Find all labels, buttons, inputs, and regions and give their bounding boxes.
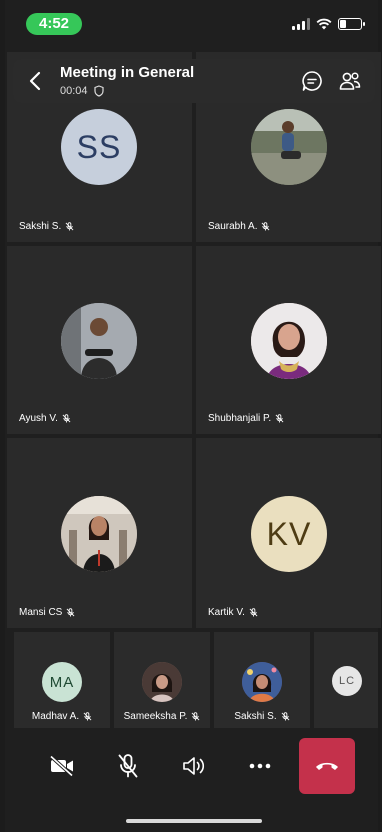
chevron-left-icon	[29, 71, 41, 91]
meeting-title: Meeting in General	[60, 64, 195, 81]
participant-name: Madhav A.	[31, 711, 80, 722]
avatar	[251, 303, 327, 379]
avatar: SS	[61, 109, 137, 185]
participant-name: Sameeksha P.	[123, 711, 188, 722]
avatar-initials: LC	[338, 675, 356, 687]
signal-icon	[292, 18, 310, 30]
call-controls	[5, 736, 378, 796]
avatar	[242, 662, 282, 702]
participant-name: Kartik V.	[208, 607, 245, 618]
avatar	[61, 496, 137, 572]
participant-name: Shubhanjali P.	[208, 413, 272, 424]
shield-icon	[93, 85, 104, 97]
participant-thumbnail[interactable]: Sameeksha P.	[114, 632, 210, 728]
participant-name-row: Mansi CS	[19, 607, 75, 618]
avatar-initials: MA	[49, 673, 75, 691]
participant-tile[interactable]: Ayush V.	[7, 246, 192, 434]
home-indicator[interactable]	[126, 819, 262, 823]
participant-tile[interactable]: Mansi CS	[7, 438, 192, 628]
photo-avatar-icon	[142, 662, 182, 702]
participant-name: Saurabh A.	[208, 221, 258, 232]
photo-avatar-icon	[61, 496, 137, 572]
mic-off-icon	[281, 712, 290, 721]
participants-button[interactable]	[337, 68, 363, 94]
mic-off-icon	[62, 414, 71, 423]
participant-name-row: Saurabh A.	[208, 221, 270, 232]
meeting-header: Meeting in General 00:04	[13, 59, 375, 103]
back-button[interactable]	[21, 67, 49, 95]
participant-name: Ayush V.	[19, 413, 58, 424]
mic-off-icon	[275, 414, 284, 423]
avatar	[251, 109, 327, 185]
mic-off-icon	[65, 222, 74, 231]
camera-toggle-button[interactable]	[34, 738, 90, 794]
participant-name-row: Shubhanjali P.	[208, 413, 284, 424]
participant-name-row: Sakshi S.	[19, 221, 74, 232]
people-icon	[339, 72, 361, 90]
more-options-button[interactable]	[232, 738, 288, 794]
participant-strip[interactable]: MA Madhav A. Sameeksha P. Sakshi S. LC	[5, 632, 378, 730]
video-off-icon	[49, 755, 74, 777]
participant-name-row: Ayush V.	[19, 413, 71, 424]
status-time: 4:52	[26, 13, 82, 35]
participant-thumbnail[interactable]: Sakshi S.	[214, 632, 310, 728]
participant-name-row: Kartik V.	[208, 607, 258, 618]
mic-off-icon	[118, 754, 138, 778]
participant-name: Sakshi S.	[19, 221, 62, 232]
meeting-duration: 00:04	[60, 85, 88, 97]
speaker-icon	[183, 757, 205, 775]
photo-avatar-icon	[251, 303, 327, 379]
avatar-initials: SS	[76, 128, 122, 165]
participant-name-row: Sameeksha P.	[114, 711, 210, 722]
mic-off-icon	[83, 712, 92, 721]
avatar-initials: KV	[266, 515, 312, 552]
mic-off-icon	[249, 608, 258, 617]
photo-avatar-icon	[61, 303, 137, 379]
more-icon	[249, 763, 271, 769]
mic-off-icon	[262, 222, 270, 231]
meeting-duration-row: 00:04	[60, 85, 104, 97]
mic-off-icon	[191, 712, 200, 721]
mic-off-icon	[66, 608, 75, 617]
hang-up-button[interactable]	[299, 738, 355, 794]
participant-thumbnail[interactable]: LC	[314, 632, 378, 728]
wifi-icon	[316, 18, 332, 30]
participant-name-row: Madhav A.	[14, 711, 110, 722]
status-icons	[292, 18, 365, 30]
photo-avatar-icon	[251, 109, 327, 185]
chat-icon	[302, 71, 322, 91]
avatar: LC	[332, 666, 362, 696]
avatar	[142, 662, 182, 702]
status-bar: 4:52	[0, 0, 382, 50]
participant-name: Sakshi S.	[234, 711, 277, 722]
chat-button[interactable]	[299, 68, 325, 94]
mute-button[interactable]	[100, 738, 156, 794]
battery-icon	[338, 18, 365, 30]
photo-avatar-icon	[242, 662, 282, 702]
avatar: KV	[251, 496, 327, 572]
participant-thumbnail[interactable]: MA Madhav A.	[14, 632, 110, 728]
participant-tile[interactable]: Shubhanjali P.	[196, 246, 381, 434]
avatar	[61, 303, 137, 379]
avatar: MA	[42, 662, 82, 702]
hang-up-icon	[316, 762, 338, 770]
participant-name: Mansi CS	[19, 607, 63, 618]
participant-tile[interactable]: KV Kartik V.	[196, 438, 381, 628]
speaker-button[interactable]	[166, 738, 222, 794]
participant-name-row: Sakshi S.	[214, 711, 310, 722]
